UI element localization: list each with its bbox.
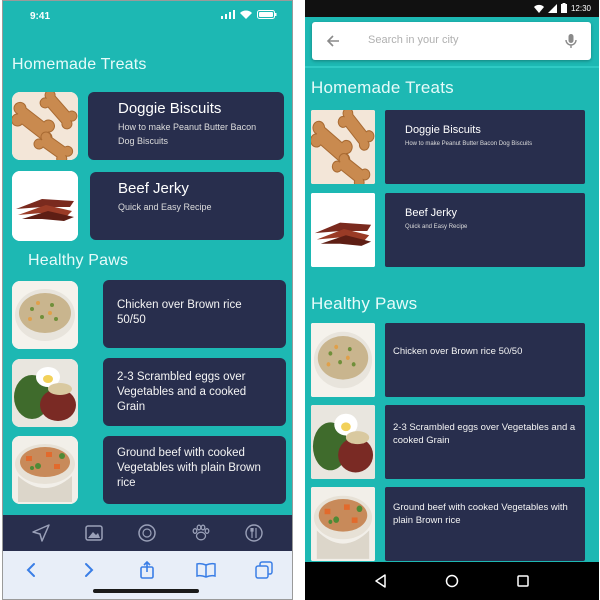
home-circle-icon[interactable] — [442, 571, 462, 591]
card-eggs-vegetables[interactable]: 2-3 Scrambled eggs over Vegetables and a… — [385, 405, 585, 479]
bookmarks-icon[interactable] — [194, 559, 218, 581]
android-nav-bar — [305, 562, 599, 600]
search-bar[interactable]: Search in your city — [312, 22, 591, 60]
card-body-text: Ground beef with cooked Vegetables with … — [393, 502, 568, 526]
chicken-rice-image[interactable] — [12, 281, 78, 349]
ios-phone-screen: 9:41 Homemade Treats Doggie Biscuits How… — [2, 0, 293, 600]
chat-bubble-icon[interactable] — [135, 521, 159, 545]
wifi-icon — [533, 4, 544, 13]
forward-chevron-icon[interactable] — [77, 559, 101, 581]
android-status-icons: 12:30 — [533, 3, 591, 13]
signal-icon — [221, 10, 235, 19]
android-phone-screen: 12:30 Search in your city Homemade Treat… — [305, 0, 599, 600]
toolbar-divider — [305, 66, 599, 68]
card-title: Beef Jerky — [405, 207, 457, 219]
eggs-vegetables-image[interactable] — [12, 359, 78, 427]
card-subtitle: How to make Peanut Butter Bacon Dog Bisc… — [405, 141, 533, 147]
card-body-text: Chicken over Brown rice 50/50 — [117, 299, 242, 326]
back-triangle-icon[interactable] — [371, 571, 391, 591]
chicken-rice-image[interactable] — [311, 323, 375, 397]
card-body-text: 2-3 Scrambled eggs over Vegetables and a… — [393, 422, 576, 446]
battery-icon — [257, 10, 277, 19]
beef-jerky-image[interactable] — [12, 171, 78, 241]
search-input[interactable]: Search in your city — [368, 34, 458, 46]
card-subtitle: Quick and Easy Recipe — [405, 224, 468, 230]
dog-biscuits-image[interactable] — [12, 92, 78, 160]
card-doggie-biscuits[interactable]: Doggie Biscuits How to make Peanut Butte… — [385, 110, 585, 184]
signal-icon — [547, 3, 557, 13]
battery-icon — [560, 3, 567, 13]
card-title: Beef Jerky — [118, 180, 189, 197]
card-chicken-rice[interactable]: Chicken over Brown rice 50/50 — [103, 280, 286, 348]
card-eggs-vegetables[interactable]: 2-3 Scrambled eggs over Vegetables and a… — [103, 358, 286, 426]
android-status-time: 12:30 — [570, 3, 591, 13]
arrow-back-icon[interactable] — [326, 34, 340, 48]
dog-biscuits-image[interactable] — [311, 110, 375, 184]
card-chicken-rice[interactable]: Chicken over Brown rice 50/50 — [385, 323, 585, 397]
section-title-homemade-treats: Homemade Treats — [311, 78, 454, 97]
card-ground-beef[interactable]: Ground beef with cooked Vegetables with … — [103, 436, 286, 504]
card-subtitle: Quick and Easy Recipe — [118, 202, 212, 212]
card-ground-beef[interactable]: Ground beef with cooked Vegetables with … — [385, 487, 585, 561]
card-subtitle: How to make Peanut Butter Bacon Dog Bisc… — [118, 122, 257, 146]
ios-status-time: 9:41 — [30, 11, 51, 22]
card-body-text: Chicken over Brown rice 50/50 — [393, 346, 523, 357]
wifi-icon — [240, 10, 252, 19]
card-title: Doggie Biscuits — [118, 100, 222, 117]
card-beef-jerky[interactable]: Beef Jerky Quick and Easy Recipe — [90, 172, 284, 240]
recents-square-icon[interactable] — [513, 571, 533, 591]
utensils-icon[interactable] — [242, 521, 266, 545]
android-status-bar: 12:30 — [305, 0, 599, 17]
section-title-healthy-paws: Healthy Paws — [28, 252, 129, 269]
share-icon[interactable] — [135, 559, 159, 581]
ios-tab-bar — [2, 515, 293, 551]
home-indicator — [93, 589, 199, 593]
tabs-icon[interactable] — [252, 559, 276, 581]
photo-icon[interactable] — [82, 521, 106, 545]
ios-status-icons — [221, 10, 277, 19]
section-title-homemade-treats: Homemade Treats — [12, 56, 147, 73]
section-title-healthy-paws: Healthy Paws — [311, 294, 418, 313]
card-title: Doggie Biscuits — [405, 124, 481, 136]
eggs-vegetables-image[interactable] — [311, 405, 375, 479]
ground-beef-image[interactable] — [311, 487, 375, 561]
paw-icon[interactable] — [189, 521, 213, 545]
ground-beef-image[interactable] — [12, 436, 78, 504]
card-doggie-biscuits[interactable]: Doggie Biscuits How to make Peanut Butte… — [88, 92, 284, 160]
ios-status-bar: 9:41 — [2, 0, 293, 30]
beef-jerky-image[interactable] — [311, 193, 375, 267]
microphone-icon[interactable] — [565, 33, 577, 49]
navigation-arrow-icon[interactable] — [29, 521, 53, 545]
back-chevron-icon[interactable] — [19, 559, 43, 581]
card-beef-jerky[interactable]: Beef Jerky Quick and Easy Recipe — [385, 193, 585, 267]
card-body-text: 2-3 Scrambled eggs over Vegetables and a… — [117, 371, 247, 413]
card-body-text: Ground beef with cooked Vegetables with … — [117, 447, 261, 489]
